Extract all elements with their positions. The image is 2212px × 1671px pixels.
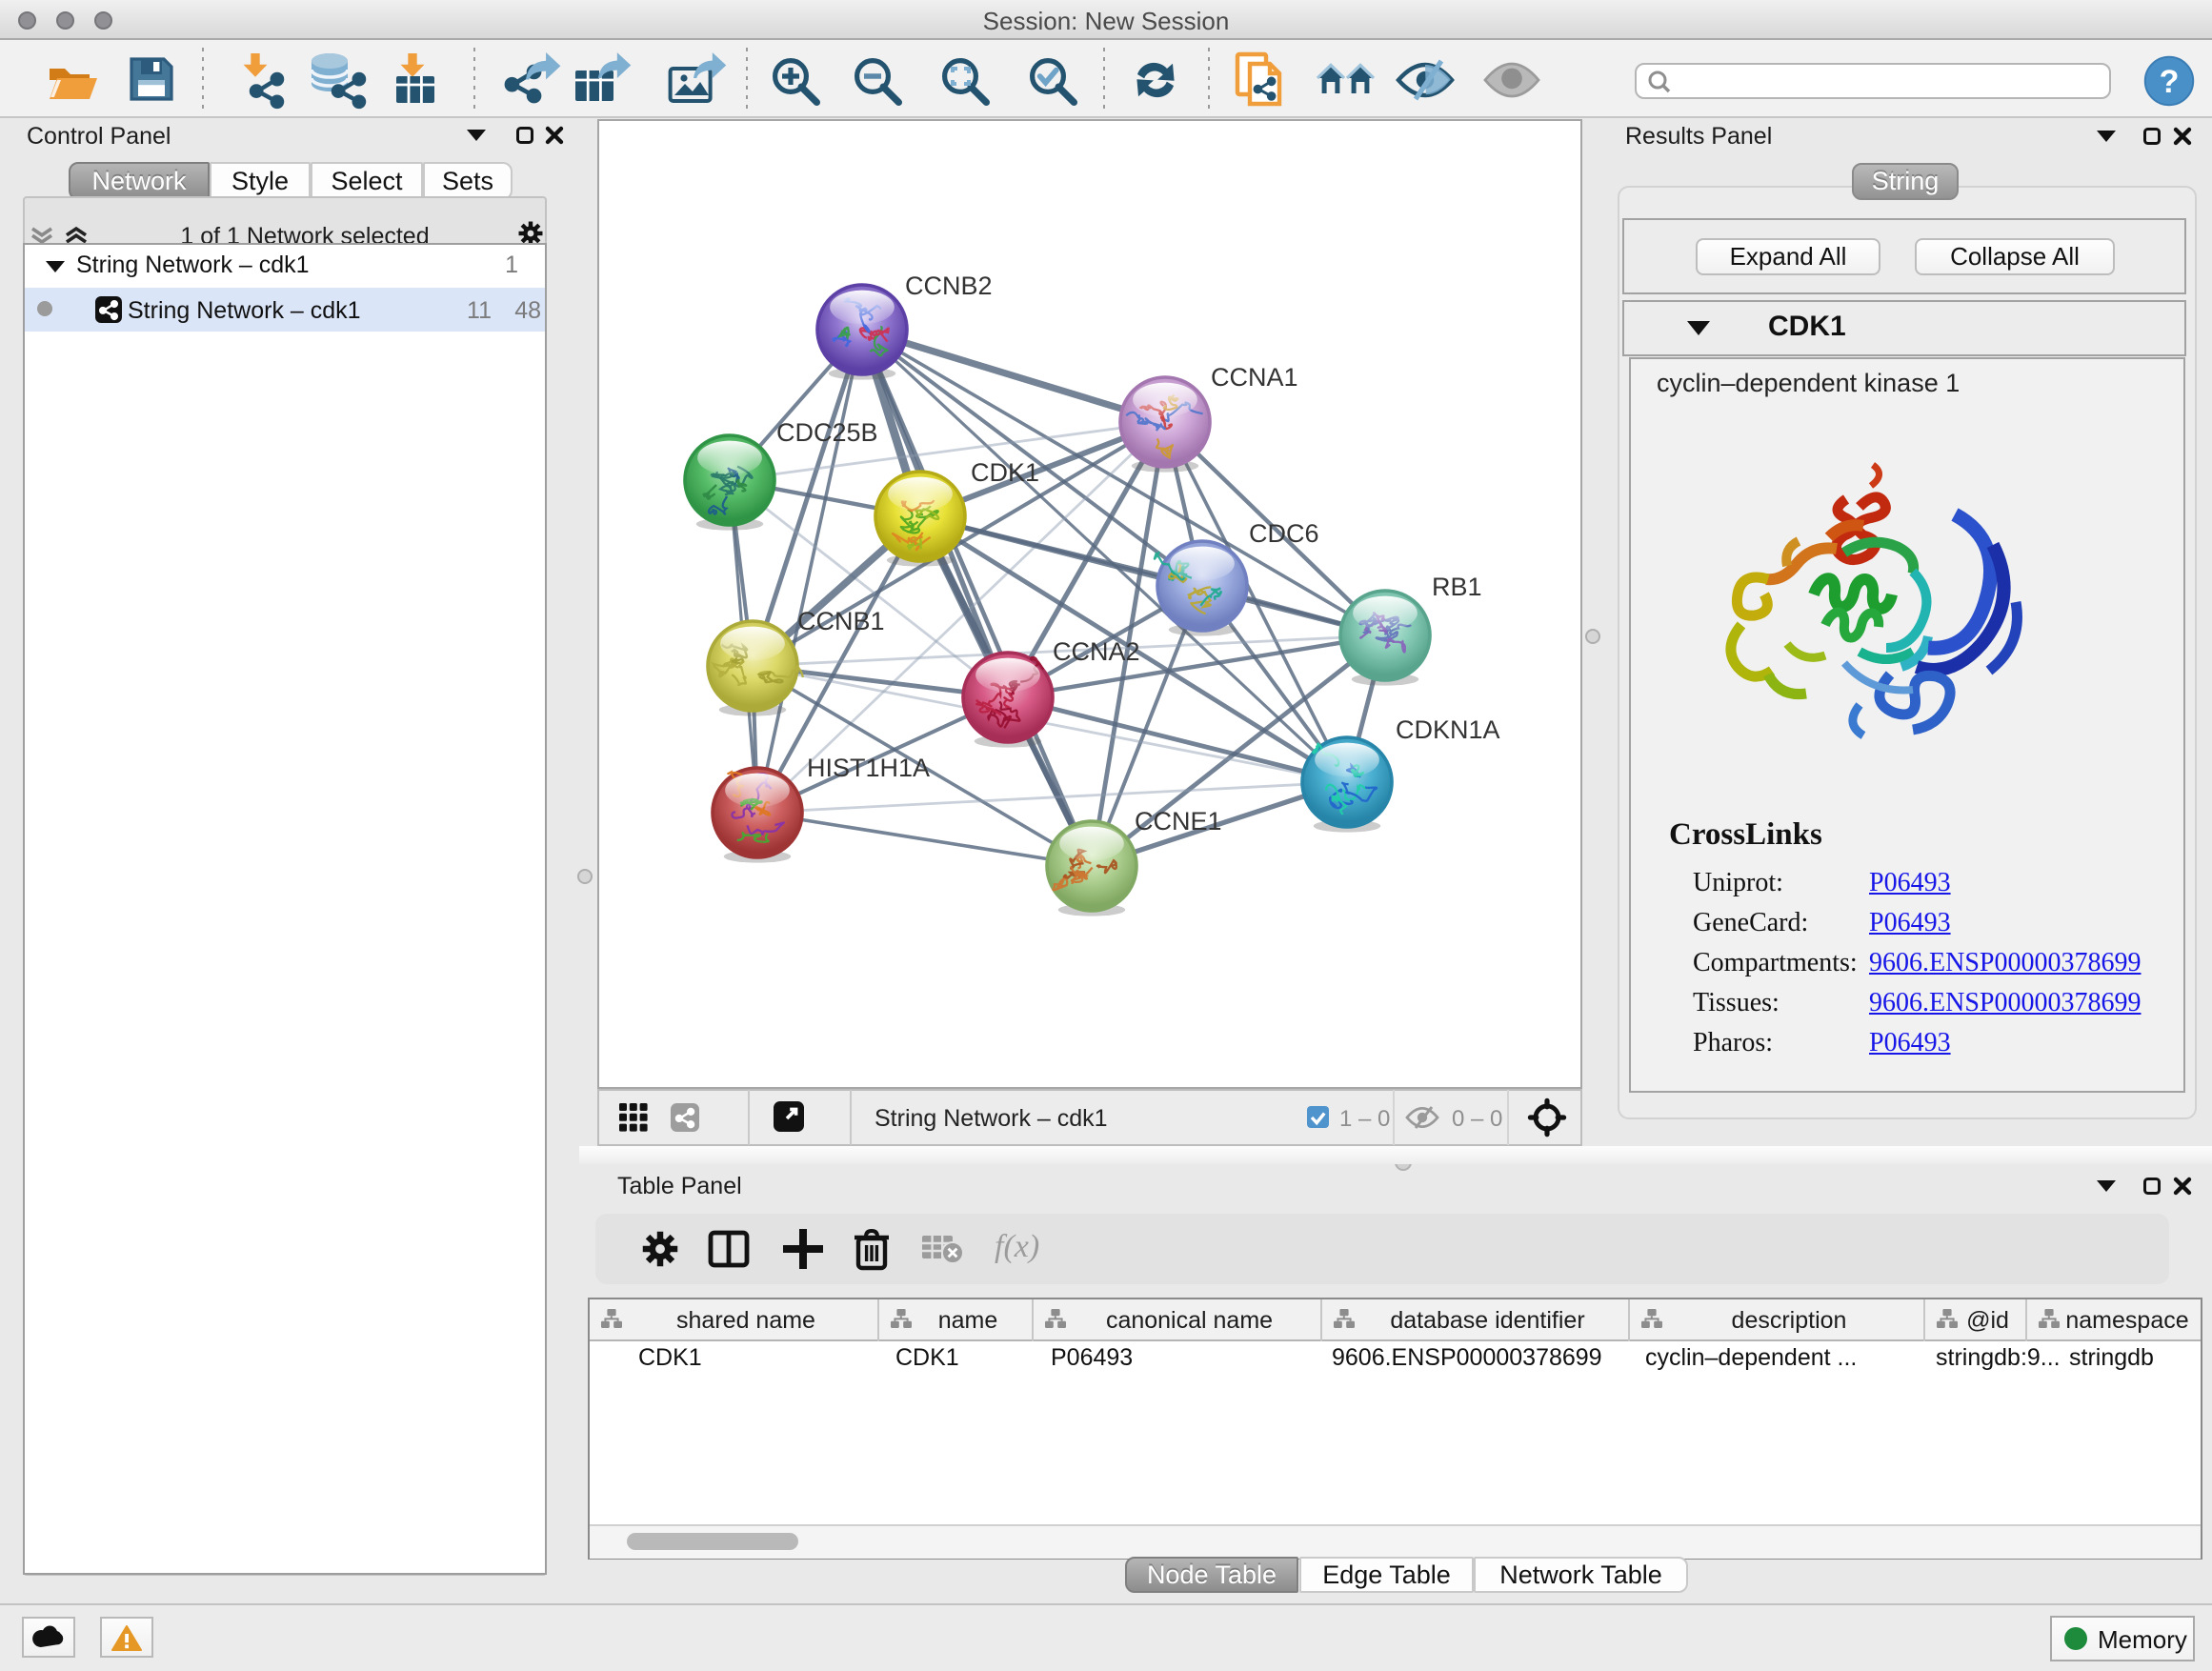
svg-text:CDKN1A: CDKN1A	[1396, 715, 1500, 744]
svg-text:CDK1: CDK1	[971, 458, 1039, 487]
svg-text:CDC25B: CDC25B	[776, 418, 878, 447]
svg-text:?: ?	[2160, 64, 2180, 100]
svg-text:CCNE1: CCNE1	[1135, 807, 1222, 836]
svg-text:CCNA1: CCNA1	[1211, 363, 1298, 392]
svg-text:CCNB2: CCNB2	[905, 272, 993, 300]
svg-text:HIST1H1A: HIST1H1A	[807, 754, 930, 782]
svg-text:CDC6: CDC6	[1249, 519, 1319, 548]
svg-text:RB1: RB1	[1432, 573, 1482, 601]
svg-text:CCNB1: CCNB1	[797, 607, 885, 635]
svg-text:CCNA2: CCNA2	[1053, 637, 1140, 666]
